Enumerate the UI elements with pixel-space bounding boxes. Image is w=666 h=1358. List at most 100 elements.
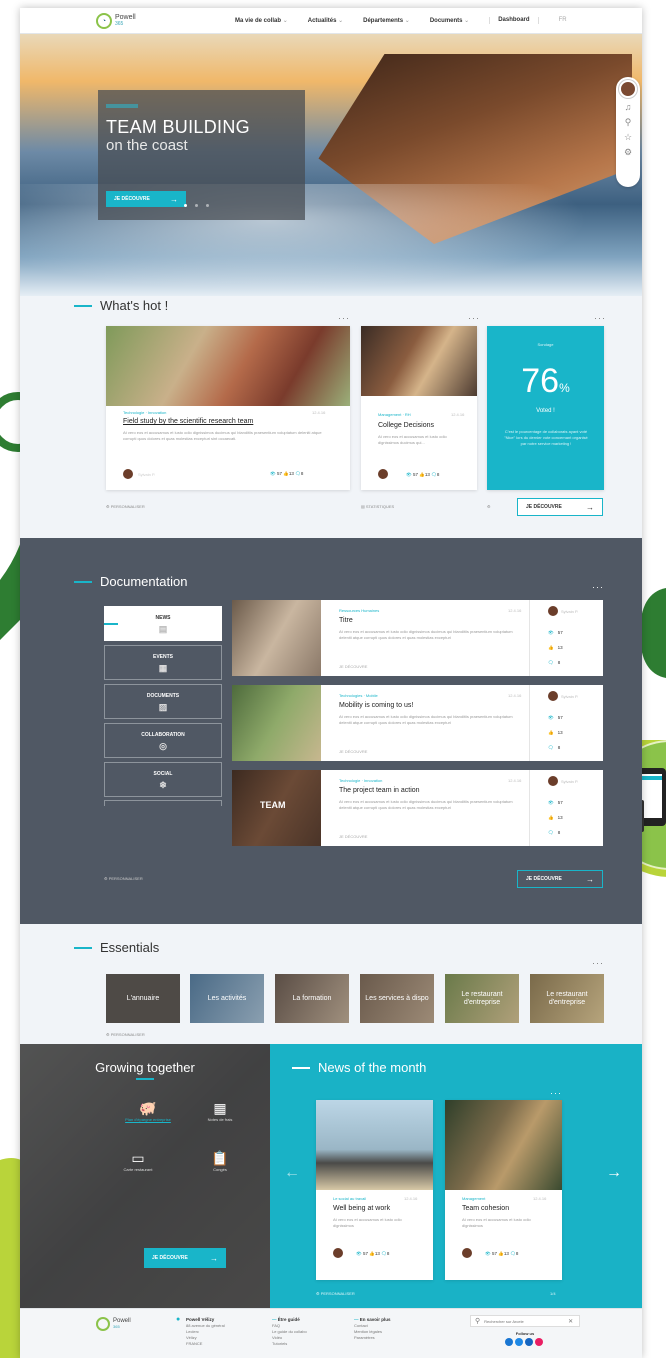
facebook-icon[interactable] (505, 1338, 513, 1346)
twitter-icon[interactable] (515, 1338, 523, 1346)
more-options-icon[interactable]: ··· (468, 313, 480, 323)
meeting-photo (361, 326, 477, 396)
hot-discover-button[interactable]: JE DÉCOUVRE → (517, 498, 603, 516)
essential-tile-services[interactable]: Les services à dispo (360, 974, 434, 1023)
doc-discover-link[interactable]: JE DÉCOUVRE (339, 664, 367, 669)
personalize-link[interactable]: ⚙ (487, 504, 491, 509)
more-options-icon[interactable]: ··· (338, 313, 350, 323)
arrow-right-icon: → (586, 502, 594, 512)
brand-name: Powell (115, 14, 136, 21)
hot-card-1[interactable]: Technologie · Innovation 12.4.16 Field s… (106, 326, 350, 490)
eye-icon: 👁 (406, 472, 412, 477)
personalize-link[interactable]: ⚙ PERSONNALISER (104, 876, 143, 881)
brand-logo[interactable]: ◔ Powell 365 (96, 13, 136, 29)
brand-sub: 365 (115, 21, 124, 27)
thumb-icon: 👍 (548, 815, 554, 820)
hero-caption: TEAM BUILDING on the coast JE DÉCOUVRE → (98, 90, 305, 220)
hikers-photo (106, 326, 350, 406)
personalize-link[interactable]: ⚙ PERSONNALISER (316, 1291, 355, 1296)
hot-card-2[interactable]: Management · RH 12.4.16 College Decision… (361, 326, 477, 490)
link-carte-restaurant[interactable]: ▭ Carte restaurant (118, 1150, 158, 1172)
tab-documents[interactable]: DOCUMENTS ▨ (104, 684, 222, 719)
follow-us: Follow us (500, 1331, 550, 1347)
clipboard-icon: 📋 (211, 1150, 229, 1166)
user-avatar[interactable] (619, 80, 637, 98)
documentation-title: Documentation (74, 574, 187, 589)
carousel-dots[interactable] (184, 204, 209, 207)
card-stats: 👁 57 👍13 🗨8 (406, 472, 440, 477)
gear-icon[interactable]: ⚙ (624, 147, 632, 158)
personalize-link[interactable]: ⚙ PERSONNALISER (106, 504, 145, 509)
top-navigation-bar: ◔ Powell365 Ma vie de collab Actualités … (20, 8, 642, 34)
nav-item-departements[interactable]: Départements (363, 17, 410, 24)
essentials-title: Essentials (74, 940, 159, 955)
nav-item-actualites[interactable]: Actualités (308, 17, 343, 24)
doc-item-1[interactable]: Ressources Humaines 12.4.16 Titre At ver… (232, 600, 603, 676)
growing-together-panel: Growing together 🐖 Plan d'épargne entrep… (20, 1044, 270, 1308)
search-icon: ⚲ (475, 1318, 481, 1325)
doc-item-2[interactable]: Technologies · Mobile 12.4.16 Mobility i… (232, 685, 603, 761)
essential-tile-restaurant[interactable]: Le restaurant d'entreprise (445, 974, 519, 1023)
doc-photo-laptop (232, 685, 321, 761)
more-options-icon[interactable]: ··· (594, 313, 606, 323)
nav-item-ma-vie[interactable]: Ma vie de collab (235, 17, 288, 24)
comment-icon: 🗨 (548, 830, 554, 835)
essential-tile-annuaire[interactable]: L'annuaire (106, 974, 180, 1023)
thumb-icon: 👍 (548, 730, 554, 735)
hero-discover-button[interactable]: JE DÉCOUVRE → (106, 191, 186, 207)
whats-hot-title: What's hot ! (74, 298, 168, 313)
link-plan-epargne[interactable]: 🐖 Plan d'épargne entreprise (118, 1100, 178, 1122)
tab-news[interactable]: NEWS ▤ (104, 606, 222, 641)
footer-col-guide: — Être guidé FAQ Le guide du collabo Vidéo… (272, 1317, 307, 1346)
doc-discover-button[interactable]: JE DÉCOUVRE → (517, 870, 603, 888)
footer-logo[interactable]: Powell 365 (96, 1317, 131, 1331)
more-options-icon[interactable]: ··· (550, 1088, 562, 1098)
tab-events[interactable]: EVENTS ▦ (104, 645, 222, 680)
nav-item-documents[interactable]: Documents (430, 17, 469, 24)
instagram-icon[interactable] (535, 1338, 543, 1346)
link-notes-frais[interactable]: ▦ Notes de frais (200, 1100, 240, 1122)
footer-search[interactable]: ⚲ ✕ (470, 1315, 580, 1327)
doc-discover-link[interactable]: JE DÉCOUVRE (339, 834, 367, 839)
eye-icon: 👁 (548, 630, 554, 635)
news-of-the-month-panel: News of the month ··· ← → Le social au t… (270, 1044, 642, 1308)
thumb-icon: 👍 (548, 645, 554, 650)
month-card-1[interactable]: Le social au travail 12.4.16 Well being … (316, 1100, 433, 1280)
calendar-icon: ▦ (158, 663, 168, 673)
arrow-right-icon: → (210, 1253, 218, 1263)
growing-discover-button[interactable]: JE DÉCOUVRE → (144, 1248, 226, 1268)
essential-tile-formation[interactable]: La formation (275, 974, 349, 1023)
language-switch[interactable]: FR (559, 17, 567, 24)
card-stats: 👁 57 👍13 🗨8 (270, 471, 304, 476)
eye-icon: 👁 (356, 1251, 362, 1256)
search-icon[interactable]: ⚲ (625, 117, 632, 128)
nav-item-dashboard[interactable]: Dashboard (489, 17, 539, 24)
doc-item-3[interactable]: TEAM Technologie · Innovation 12.4.16 Th… (232, 770, 603, 846)
tab-social[interactable]: SOCIAL ❄ (104, 762, 222, 797)
linkedin-icon[interactable] (525, 1338, 533, 1346)
piggy-bank-icon: 🐖 (139, 1100, 157, 1116)
card-title-link[interactable]: College Decisions (378, 422, 434, 429)
card-title-link[interactable]: Field study by the scientific research t… (123, 418, 253, 425)
main-menu: Ma vie de collab Actualités Départements… (235, 17, 567, 24)
essential-tile-activites[interactable]: Les activités (190, 974, 264, 1023)
personalize-link[interactable]: ⚙ PERSONNALISER (106, 1032, 145, 1037)
page-frame: ◔ Powell365 Ma vie de collab Actualités … (20, 8, 642, 1358)
month-card-2[interactable]: Management 12.4.16 Team cohesion At vero… (445, 1100, 562, 1280)
essential-tile-restaurant-2[interactable]: Le restaurant d'entreprise (530, 974, 604, 1023)
more-options-icon[interactable]: ··· (592, 958, 604, 968)
footer: Powell 365 ● Powell Vélizy 88 avenue du g… (20, 1308, 642, 1358)
link-conges[interactable]: 📋 Congés (200, 1150, 240, 1172)
prev-arrow-icon[interactable]: ← (284, 1164, 300, 1182)
tab-collaboration[interactable]: COLLABORATION ◎ (104, 723, 222, 758)
news-icon: ▤ (158, 624, 168, 634)
doc-discover-link[interactable]: JE DÉCOUVRE (339, 749, 367, 754)
more-options-icon[interactable]: ··· (592, 582, 604, 592)
powell-logo-icon: ◔ (96, 13, 112, 29)
footer-col-more: — En savoir plus Contact Mention légales P… (354, 1317, 391, 1340)
bell-icon[interactable]: ♫ (625, 102, 632, 113)
statistics-link[interactable]: ▤ STATISTIQUES (361, 504, 394, 509)
star-icon[interactable]: ☆ (624, 132, 632, 143)
footer-search-input[interactable] (484, 1318, 565, 1324)
next-arrow-icon[interactable]: → (606, 1164, 622, 1182)
